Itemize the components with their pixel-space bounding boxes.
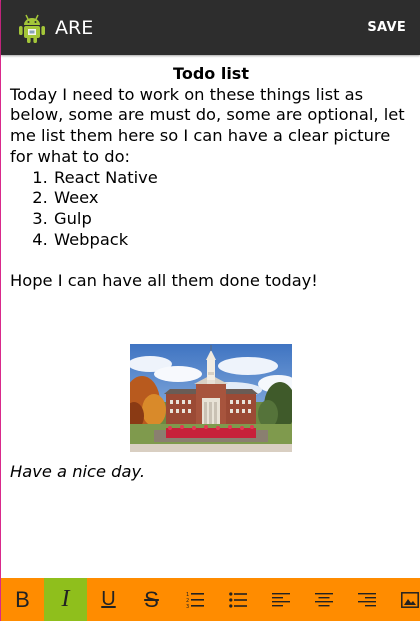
align-center-icon (314, 592, 333, 606)
align-left-button[interactable] (259, 578, 302, 621)
list-item: Webpack (53, 230, 412, 251)
sign-off-text: Have a nice day. (10, 461, 146, 481)
list-item: React Native (53, 168, 412, 189)
document-title: Todo list (173, 64, 249, 83)
italic-icon: I (61, 586, 70, 612)
action-bar: ARE SAVE (1, 0, 420, 55)
list-item: Gulp (53, 209, 412, 230)
bold-icon: B (15, 586, 30, 612)
numbered-list-icon: 1 2 3 (186, 592, 204, 609)
strikethrough-icon: S (144, 586, 159, 612)
window-edge (0, 0, 1, 621)
underline-icon: U (101, 588, 116, 610)
insert-image-button[interactable] (388, 578, 420, 621)
save-button[interactable]: SAVE (367, 19, 406, 37)
closing-paragraph: Hope I can have all them done today! (10, 271, 318, 291)
bold-button[interactable]: B (1, 578, 44, 621)
android-icon (17, 12, 47, 44)
insert-image-icon (400, 591, 419, 608)
university-building-photo[interactable] (130, 343, 292, 452)
rich-text-editor[interactable]: Todo list Today I need to work on these … (10, 64, 412, 482)
bullet-list-icon (228, 591, 247, 608)
formatting-toolbar: B I U S 1 2 3 (1, 578, 420, 621)
app-title: ARE (55, 17, 94, 39)
intro-paragraph: Today I need to work on these things lis… (10, 84, 405, 166)
align-center-button[interactable] (302, 578, 345, 621)
underline-button[interactable]: U (87, 578, 130, 621)
align-right-button[interactable] (345, 578, 388, 621)
bullet-list-button[interactable] (216, 578, 259, 621)
italic-button[interactable]: I (44, 578, 87, 621)
todo-list: React Native Weex Gulp Webpack (10, 168, 412, 251)
align-right-icon (357, 592, 376, 606)
numbered-list-button[interactable]: 1 2 3 (173, 578, 216, 621)
strikethrough-button[interactable]: S (130, 578, 173, 621)
svg-text:3: 3 (186, 604, 189, 609)
align-left-icon (271, 592, 290, 606)
list-item: Weex (53, 188, 412, 209)
